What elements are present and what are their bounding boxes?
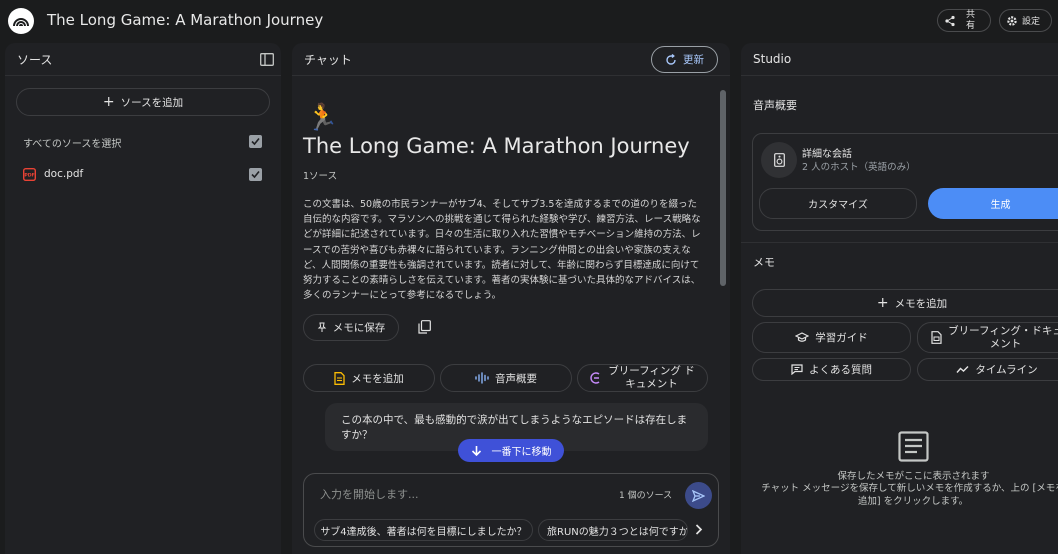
chat-add-memo-button[interactable]: メモを追加 (303, 364, 435, 392)
briefing-icon (590, 372, 602, 384)
notebook-summary: この文書は、50歳の市民ランナーがサブ4、そしてサブ3.5を達成するまでの道のり… (303, 199, 701, 302)
pin-icon (317, 322, 327, 333)
notebook-source-count: 1ソース (303, 171, 338, 182)
audio-overview-card: 詳細な会話 2 人のホスト（英語のみ） カスタマイズ 生成 (752, 133, 1058, 231)
share-button[interactable]: 共 有 (937, 9, 991, 32)
studio-title: Studio (753, 52, 792, 66)
suggestion-chip-1[interactable]: 旅RUNの魅力３つとは何ですか (538, 519, 688, 541)
save-to-memo-label: メモに保存 (332, 322, 386, 334)
notebooklm-logo-icon[interactable] (8, 8, 34, 34)
empty-memo-title: 保存したメモがここに表示されます (837, 471, 990, 482)
notebook-title: The Long Game: A Marathon Journey (303, 134, 690, 158)
plus-icon: + (876, 295, 889, 311)
chat-scrollbar[interactable] (720, 90, 726, 286)
copy-icon[interactable] (418, 320, 431, 334)
refresh-button[interactable]: 更新 (651, 46, 718, 73)
jump-to-bottom-label: 一番下に移動 (491, 447, 552, 458)
plus-icon: + (102, 94, 115, 110)
timeline-button[interactable]: タイムライン (917, 358, 1058, 381)
top-bar: The Long Game: A Marathon Journey 共 有 設定 (0, 0, 1058, 42)
briefing-doc-icon (931, 331, 942, 344)
add-source-label: ソースを追加 (120, 96, 184, 109)
audio-card-subtitle: 2 人のホスト（英語のみ） (802, 162, 916, 173)
select-all-label: すべてのソースを選択 (23, 139, 122, 150)
add-source-button[interactable]: + ソースを追加 (16, 88, 270, 116)
chevron-right-icon[interactable] (695, 524, 703, 535)
sources-title: ソース (17, 52, 53, 67)
chat-add-memo-label: メモを追加 (351, 372, 404, 385)
generate-button[interactable]: 生成 (928, 188, 1058, 219)
chat-input-box: 入力を開始します... 1 個のソース サブ4達成後、著者は何を目標にしましたか… (303, 473, 719, 547)
select-all-checkbox[interactable] (249, 135, 262, 148)
studio-divider (741, 242, 1058, 243)
notebook-emoji: 🏃 (306, 103, 339, 133)
memo-heading: メモ (753, 256, 775, 269)
faq-label: よくある質問 (809, 364, 872, 376)
chat-title: チャット (304, 52, 352, 67)
chat-briefing-doc-label: ブリーフィング ド キュメント (608, 365, 695, 390)
settings-label: 設定 (1022, 17, 1041, 27)
settings-button[interactable]: 設定 (999, 9, 1052, 32)
studio-briefing-doc-label: ブリーフィング・ドキュ メント (948, 324, 1058, 350)
studio-add-memo-label: メモを追加 (894, 297, 948, 310)
send-button[interactable] (685, 482, 712, 509)
chat-audio-overview-label: 音声概要 (495, 372, 537, 385)
sources-panel: ソース + ソースを追加 すべてのソースを選択 PDF doc.pdf (5, 43, 281, 554)
save-to-memo-button[interactable]: メモに保存 (303, 314, 399, 341)
share-label: 共 有 (966, 9, 976, 31)
refresh-icon (665, 53, 677, 66)
input-source-count: 1 個のソース (619, 491, 673, 501)
study-guide-button[interactable]: 学習ガイド (752, 322, 911, 353)
audio-overview-heading: 音声概要 (753, 99, 797, 112)
jump-to-bottom-button[interactable]: 一番下に移動 (458, 439, 564, 462)
suggestion-chip-0[interactable]: サブ4達成後、著者は何を目標にしましたか？ (314, 519, 533, 541)
note-icon (898, 431, 929, 462)
studio-briefing-doc-button[interactable]: ブリーフィング・ドキュ メント (917, 322, 1058, 353)
faq-button[interactable]: よくある質問 (752, 358, 911, 381)
chat-briefing-doc-button[interactable]: ブリーフィング ド キュメント (577, 364, 708, 392)
faq-icon (791, 364, 803, 375)
app-title: The Long Game: A Marathon Journey (47, 11, 324, 29)
speaker-icon (761, 142, 797, 178)
timeline-label: タイムライン (975, 364, 1038, 376)
chat-input[interactable]: 入力を開始します... (320, 486, 419, 502)
sources-header: ソース (5, 43, 281, 76)
send-icon (692, 489, 705, 502)
audio-card-title: 詳細な会話 (802, 149, 852, 160)
refresh-label: 更新 (683, 54, 704, 66)
pdf-icon: PDF (23, 168, 36, 181)
chat-audio-overview-button[interactable]: 音声概要 (440, 364, 572, 392)
collapse-panel-icon[interactable] (260, 53, 274, 66)
svg-text:PDF: PDF (24, 173, 34, 179)
studio-panel: Studio 音声概要 詳細な会話 2 人のホスト（英語のみ） カスタマイズ 生… (741, 43, 1058, 554)
source-item-name: doc.pdf (44, 168, 84, 180)
timeline-icon (956, 365, 969, 374)
graduation-cap-icon (795, 332, 810, 343)
share-icon (944, 15, 956, 27)
gear-icon (1006, 15, 1018, 27)
source-item-checkbox[interactable] (249, 168, 262, 181)
document-icon (334, 371, 345, 385)
customize-button[interactable]: カスタマイズ (759, 188, 917, 219)
study-guide-label: 学習ガイド (815, 332, 868, 344)
studio-add-memo-button[interactable]: + メモを追加 (752, 289, 1058, 317)
arrow-down-icon (471, 445, 482, 456)
waveform-icon (475, 372, 489, 384)
studio-header: Studio (741, 43, 1058, 76)
source-item[interactable]: PDF doc.pdf (23, 167, 273, 183)
empty-memo-body: チャット メッセージを保存して新しいメモを作成するか、上の [メモを 追加] を… (761, 483, 1058, 507)
